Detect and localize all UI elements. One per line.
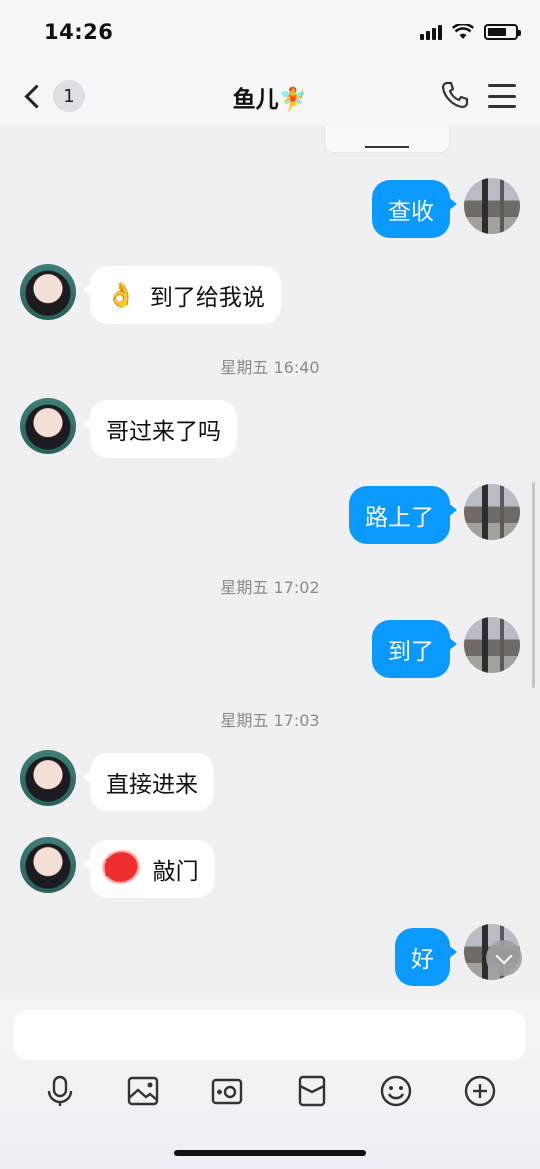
my-avatar[interactable] <box>464 617 520 673</box>
camera-icon[interactable] <box>210 1074 244 1108</box>
message-input[interactable] <box>14 1010 526 1060</box>
red-packet-icon[interactable] <box>295 1074 329 1108</box>
ok-hand-emoji: 👌 <box>106 281 136 309</box>
wifi-icon <box>452 24 474 39</box>
my-avatar[interactable] <box>464 484 520 540</box>
battery-icon <box>484 24 521 40</box>
message-text: 直接进来 <box>106 772 198 798</box>
message-bubble-incoming[interactable]: 5 敲门 <box>83 840 215 898</box>
timestamp: 星期五 17:03 <box>220 711 320 730</box>
message-text: 到了 <box>388 639 434 665</box>
status-bar: 14:26 <box>0 0 540 66</box>
emoji-icon[interactable] <box>379 1074 413 1108</box>
signal-icon <box>420 24 442 40</box>
message-bubble-outgoing[interactable]: 查收 <box>372 180 457 238</box>
input-toolbar <box>0 1068 540 1112</box>
chevron-down-icon <box>495 947 513 964</box>
menu-icon[interactable] <box>488 84 516 108</box>
plus-icon[interactable] <box>463 1074 497 1108</box>
status-icons <box>420 24 521 40</box>
image-icon[interactable] <box>126 1074 160 1108</box>
message-bubble-outgoing[interactable]: 路上了 <box>349 486 457 544</box>
battery-level <box>488 28 507 36</box>
message-bubble-incoming[interactable]: 哥过来了吗 <box>83 400 237 458</box>
contact-avatar[interactable] <box>20 750 76 806</box>
microphone-icon[interactable] <box>43 1074 77 1108</box>
message-bubble-outgoing[interactable]: 好 <box>395 928 457 986</box>
home-indicator <box>174 1150 366 1156</box>
timestamp: 星期五 16:40 <box>220 358 320 377</box>
message-bubble-incoming[interactable]: 👌 到了给我说 <box>83 266 281 324</box>
message-text: 敲门 <box>152 859 199 885</box>
message-list[interactable]: 查收 👌 到了给我说 星期五 16:40 哥过来了吗 路上了 星期五 17:02… <box>0 126 540 998</box>
input-panel <box>0 998 540 1169</box>
scrollbar[interactable] <box>532 482 535 688</box>
contact-avatar[interactable] <box>20 398 76 454</box>
my-avatar[interactable] <box>464 178 520 234</box>
phone-icon[interactable] <box>440 80 470 110</box>
message-text: 好 <box>411 947 434 973</box>
message-bubble-incoming[interactable]: 直接进来 <box>83 753 214 811</box>
redaction-scribble <box>98 846 144 888</box>
contact-avatar[interactable] <box>20 837 76 893</box>
chat-header: 1 鱼儿🧚 <box>0 66 540 126</box>
message-text: 哥过来了吗 <box>106 419 221 445</box>
message-text: 路上了 <box>365 505 434 531</box>
message-text: 到了给我说 <box>149 285 265 311</box>
scroll-to-bottom-button[interactable] <box>486 940 522 976</box>
status-time: 14:26 <box>44 20 114 44</box>
timestamp: 星期五 17:02 <box>220 578 320 597</box>
message-bubble-outgoing[interactable]: 到了 <box>372 620 457 678</box>
previous-message-card[interactable] <box>324 126 450 153</box>
contact-avatar[interactable] <box>20 264 76 320</box>
message-text: 查收 <box>388 199 434 225</box>
